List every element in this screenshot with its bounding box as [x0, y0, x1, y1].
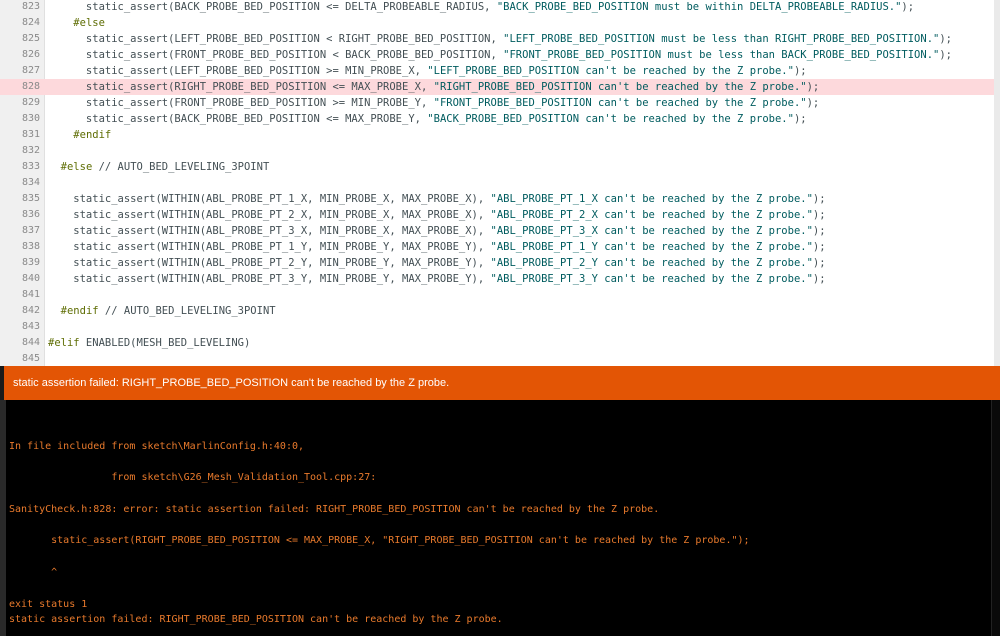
code-line[interactable]: 836 static_assert(WITHIN(ABL_PROBE_PT_2_…	[0, 207, 1000, 223]
code-text: static_assert(BACK_PROBE_BED_POSITION <=…	[48, 1, 915, 13]
line-number: 835	[21, 193, 40, 204]
code-text: static_assert(FRONT_PROBE_BED_POSITION >…	[48, 97, 820, 109]
console-scrollbar[interactable]	[991, 400, 1000, 636]
line-number: 828	[21, 81, 40, 92]
line-number: 845	[21, 353, 40, 364]
line-number: 840	[21, 273, 40, 284]
line-number: 836	[21, 209, 40, 220]
code-line[interactable]: 833 #else // AUTO_BED_LEVELING_3POINT	[0, 159, 1000, 175]
console-line: from sketch\G26_Mesh_Validation_Tool.cpp…	[9, 472, 377, 484]
code-text: static_assert(WITHIN(ABL_PROBE_PT_2_Y, M…	[48, 257, 826, 269]
code-line[interactable]: 838 static_assert(WITHIN(ABL_PROBE_PT_1_…	[0, 239, 1000, 255]
compiler-output-console[interactable]: In file included from sketch\MarlinConfi…	[0, 400, 1000, 636]
console-line: SanityCheck.h:828: error: static asserti…	[9, 503, 660, 515]
code-text: #elif ENABLED(MESH_BED_LEVELING)	[48, 337, 251, 349]
line-number: 832	[21, 145, 40, 156]
line-number: 837	[21, 225, 40, 236]
code-line[interactable]: 823 static_assert(BACK_PROBE_BED_POSITIO…	[0, 0, 1000, 15]
code-line[interactable]: 843	[0, 319, 1000, 335]
line-number: 823	[21, 1, 40, 12]
code-line[interactable]: 827 static_assert(LEFT_PROBE_BED_POSITIO…	[0, 63, 1000, 79]
line-number: 824	[21, 17, 40, 28]
code-line[interactable]: 826 static_assert(FRONT_PROBE_BED_POSITI…	[0, 47, 1000, 63]
code-line[interactable]: 837 static_assert(WITHIN(ABL_PROBE_PT_3_…	[0, 223, 1000, 239]
line-number: 842	[21, 305, 40, 316]
code-text: static_assert(LEFT_PROBE_BED_POSITION >=…	[48, 65, 807, 77]
line-number: 829	[21, 97, 40, 108]
code-text: static_assert(WITHIN(ABL_PROBE_PT_3_Y, M…	[48, 273, 826, 285]
code-text: #else	[73, 17, 105, 29]
code-text: static_assert(RIGHT_PROBE_BED_POSITION <…	[48, 81, 820, 93]
console-line: In file included from sketch\MarlinConfi…	[9, 440, 305, 452]
code-text: static_assert(WITHIN(ABL_PROBE_PT_1_X, M…	[48, 193, 826, 205]
error-message: static assertion failed: RIGHT_PROBE_BED…	[13, 377, 450, 389]
code-line[interactable]: 834	[0, 175, 1000, 191]
console-line: static_assert(RIGHT_PROBE_BED_POSITION <…	[9, 535, 750, 547]
code-line[interactable]: 825 static_assert(LEFT_PROBE_BED_POSITIO…	[0, 31, 1000, 47]
line-number: 838	[21, 241, 40, 252]
code-line[interactable]: 841	[0, 287, 1000, 303]
line-number: 827	[21, 65, 40, 76]
line-number: 834	[21, 177, 40, 188]
code-line[interactable]: 828 static_assert(RIGHT_PROBE_BED_POSITI…	[0, 79, 1000, 95]
code-text: #endif // AUTO_BED_LEVELING_3POINT	[60, 305, 276, 317]
code-text: #endif	[73, 129, 112, 141]
code-line[interactable]: 832	[0, 143, 1000, 159]
line-number: 833	[21, 161, 40, 172]
code-editor[interactable]: 823 static_assert(BACK_PROBE_BED_POSITIO…	[0, 0, 1000, 366]
line-number: 825	[21, 33, 40, 44]
code-line[interactable]: 835 static_assert(WITHIN(ABL_PROBE_PT_1_…	[0, 191, 1000, 207]
line-number: 841	[21, 289, 40, 300]
line-number: 844	[21, 337, 40, 348]
code-line[interactable]: 840 static_assert(WITHIN(ABL_PROBE_PT_3_…	[0, 271, 1000, 287]
line-number: 839	[21, 257, 40, 268]
line-number: 830	[21, 113, 40, 124]
code-line[interactable]: 829 static_assert(FRONT_PROBE_BED_POSITI…	[0, 95, 1000, 111]
code-text: static_assert(WITHIN(ABL_PROBE_PT_2_X, M…	[48, 209, 826, 221]
code-line[interactable]: 839 static_assert(WITHIN(ABL_PROBE_PT_2_…	[0, 255, 1000, 271]
code-line[interactable]: 844 #elif ENABLED(MESH_BED_LEVELING)	[0, 335, 1000, 351]
code-line[interactable]: 845	[0, 351, 1000, 366]
code-text: static_assert(WITHIN(ABL_PROBE_PT_1_Y, M…	[48, 241, 826, 253]
error-status-bar: static assertion failed: RIGHT_PROBE_BED…	[0, 366, 1000, 400]
line-number: 826	[21, 49, 40, 60]
code-text: static_assert(WITHIN(ABL_PROBE_PT_3_X, M…	[48, 225, 826, 237]
console-line: ^	[9, 567, 58, 578]
line-number: 831	[21, 129, 40, 140]
code-line[interactable]: 830 static_assert(BACK_PROBE_BED_POSITIO…	[0, 111, 1000, 127]
code-line[interactable]: 842 #endif // AUTO_BED_LEVELING_3POINT	[0, 303, 1000, 319]
code-line[interactable]: 824 #else	[0, 15, 1000, 31]
code-line[interactable]: 831 #endif	[0, 127, 1000, 143]
line-number: 843	[21, 321, 40, 332]
console-line: static assertion failed: RIGHT_PROBE_BED…	[9, 614, 503, 626]
code-text: static_assert(LEFT_PROBE_BED_POSITION < …	[48, 33, 952, 45]
code-text: static_assert(FRONT_PROBE_BED_POSITION <…	[48, 49, 952, 61]
code-text: static_assert(BACK_PROBE_BED_POSITION <=…	[48, 113, 807, 125]
console-line: exit status 1	[9, 598, 88, 610]
editor-scrollbar[interactable]	[994, 0, 1000, 366]
code-text: #else // AUTO_BED_LEVELING_3POINT	[60, 161, 270, 173]
console-gutter	[0, 400, 6, 636]
